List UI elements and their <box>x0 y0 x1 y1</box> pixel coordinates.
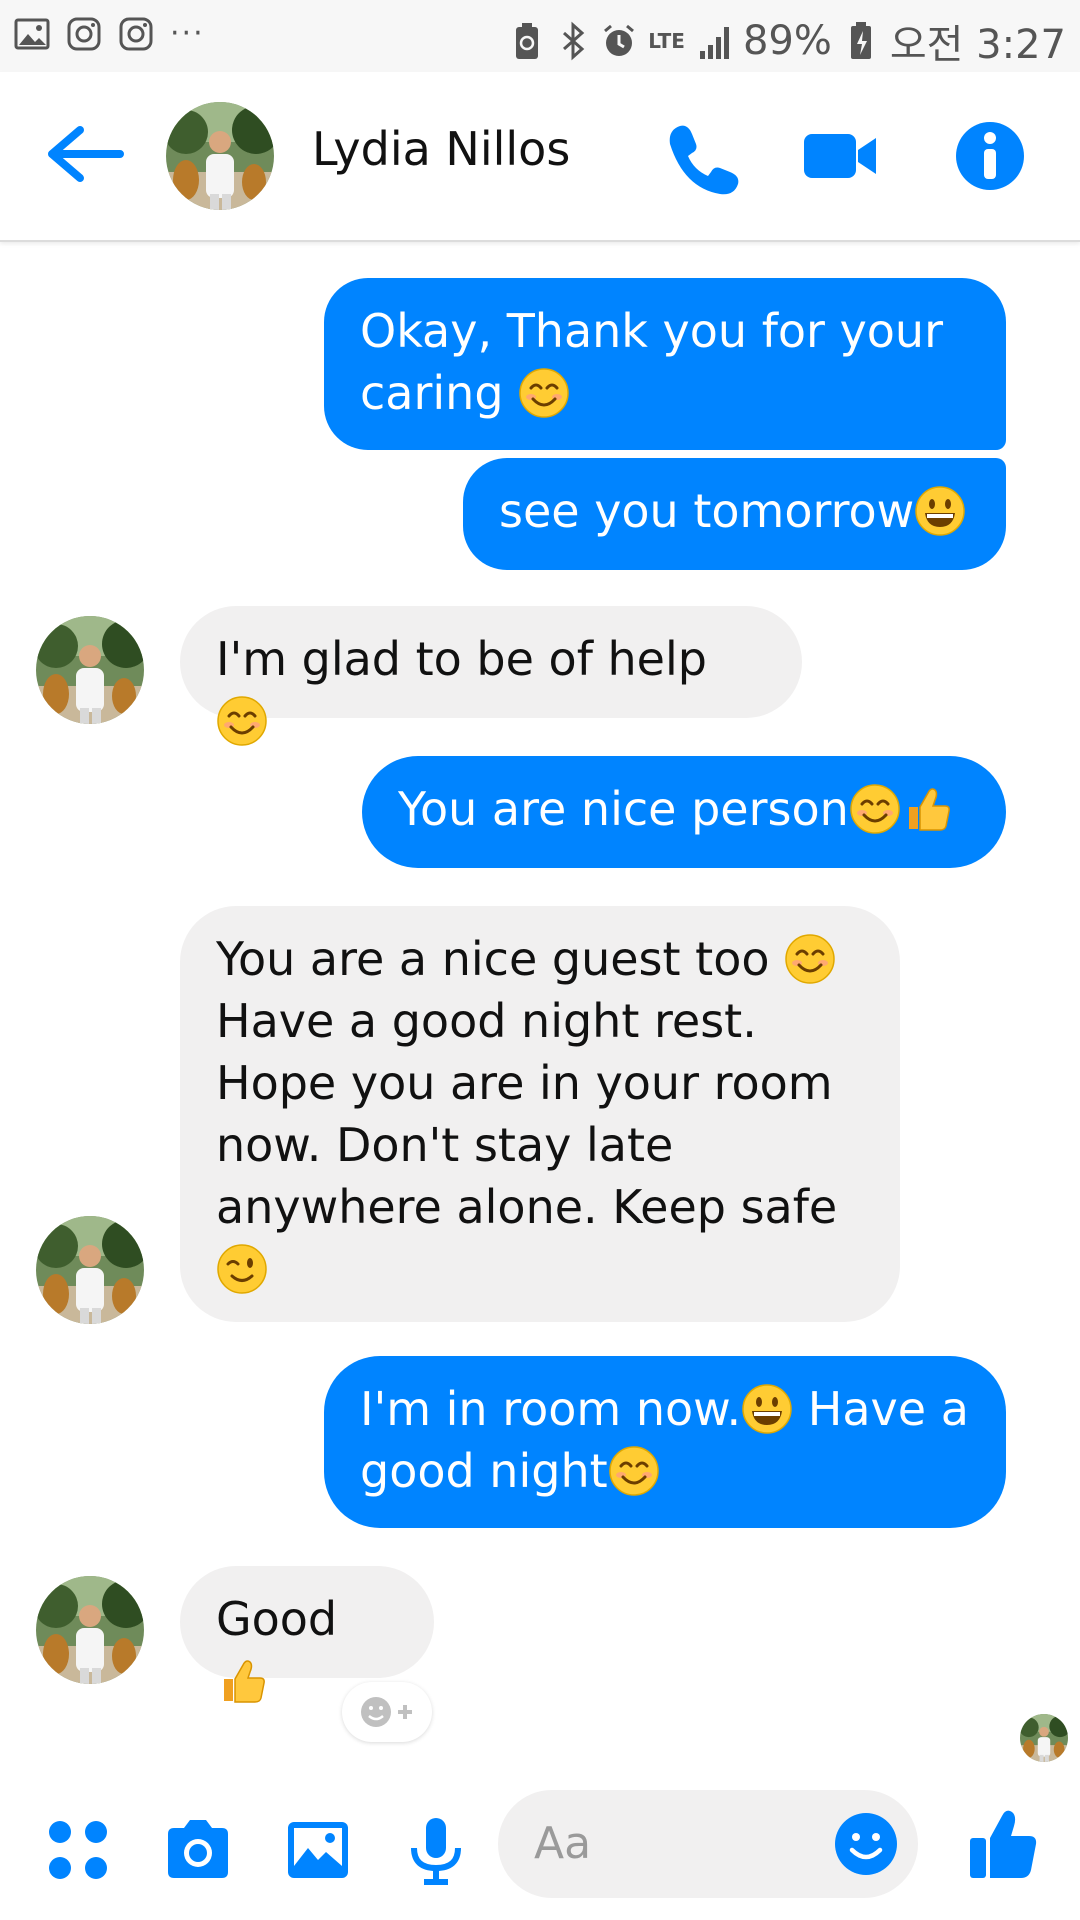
back-arrow-icon[interactable] <box>44 122 124 186</box>
alarm-icon <box>604 24 635 56</box>
battery-percent: 89% <box>742 18 832 64</box>
avatar-photo <box>166 102 274 210</box>
notification-icons: ··· <box>14 16 205 52</box>
seen-receipt-avatar <box>1020 1714 1068 1762</box>
add-reaction-icon <box>361 1697 412 1727</box>
grinning-emoji-icon <box>741 1383 793 1435</box>
battery-icon <box>850 22 871 59</box>
message-text: You are a nice guest too <box>216 932 770 986</box>
message-line: Hope you are in your room <box>216 1056 833 1110</box>
incoming-message[interactable]: I'm glad to be of help <box>180 606 802 718</box>
outgoing-message[interactable]: You are nice person <box>362 756 1006 868</box>
contact-avatar[interactable] <box>166 102 274 210</box>
smiling-emoji-icon <box>608 1445 660 1497</box>
avatar-photo <box>36 1216 144 1324</box>
network-type: LTE <box>648 29 685 53</box>
grinning-emoji-icon <box>914 485 966 537</box>
winking-emoji-icon <box>216 1243 268 1295</box>
contact-name[interactable]: Lydia Nillos <box>312 122 570 176</box>
message-text: see you tomorrow <box>499 484 915 538</box>
avatar-photo <box>36 1576 144 1684</box>
sender-avatar[interactable] <box>36 616 144 724</box>
message-text: I'm in room now. <box>360 1382 742 1436</box>
system-icons: LTE 89% 오전 3:27 <box>510 12 1066 70</box>
message-input[interactable]: Aa <box>498 1790 918 1898</box>
outgoing-message[interactable]: see you tomorrow <box>463 458 1006 570</box>
outgoing-message[interactable]: I'm in room now. Have a good night <box>324 1356 1006 1528</box>
message-text: good night <box>360 1444 608 1498</box>
add-reaction-button[interactable] <box>342 1682 432 1742</box>
more-apps-icon[interactable] <box>42 1814 114 1886</box>
thumbs-up-emoji-icon <box>901 783 953 835</box>
avatar-photo <box>36 616 144 724</box>
smiling-emoji-icon <box>784 933 836 985</box>
image-icon[interactable] <box>282 1814 354 1886</box>
instagram-icon <box>67 17 101 51</box>
signal-icon <box>699 27 729 59</box>
message-text: Good <box>216 1592 338 1646</box>
conversation-header: Lydia Nillos <box>0 72 1080 242</box>
avatar-photo <box>1020 1714 1068 1762</box>
incoming-message[interactable]: Good <box>180 1566 434 1678</box>
message-text: Have a <box>807 1382 969 1436</box>
sender-avatar[interactable] <box>36 1576 144 1684</box>
gallery-icon <box>14 18 50 50</box>
message-line: Have a good night rest. <box>216 994 757 1048</box>
message-line: now. Don't stay late <box>216 1118 674 1172</box>
info-icon[interactable] <box>950 116 1030 196</box>
clock: 오전 3:27 <box>889 22 1066 68</box>
smiling-emoji-icon <box>216 695 268 747</box>
battery-saver-icon <box>516 23 539 59</box>
message-text: You are nice person <box>398 782 849 836</box>
outgoing-message[interactable]: Okay, Thank you for your caring <box>324 278 1006 450</box>
message-input-placeholder: Aa <box>534 1818 592 1869</box>
message-line: anywhere alone. Keep safe <box>216 1180 838 1234</box>
microphone-icon[interactable] <box>400 1814 472 1886</box>
video-camera-icon[interactable] <box>800 116 880 196</box>
smiling-emoji-icon <box>849 783 901 835</box>
message-text: I'm glad to be of help <box>216 632 707 686</box>
smiling-emoji-icon <box>518 367 570 419</box>
status-bar: ··· LTE 89% 오전 3:27 <box>0 0 1080 72</box>
message-thread[interactable]: Okay, Thank you for your caring see you … <box>0 242 1080 1752</box>
bluetooth-icon <box>563 21 585 61</box>
incoming-message[interactable]: You are a nice guest too Have a good nig… <box>180 906 900 1322</box>
instagram-icon <box>119 17 153 51</box>
more-notifications: ··· <box>170 16 205 51</box>
thumbs-up-emoji-icon <box>216 1655 268 1707</box>
message-composer: Aa <box>0 1770 1080 1920</box>
phone-icon[interactable] <box>660 116 740 196</box>
emoji-icon[interactable] <box>832 1810 900 1878</box>
sender-avatar[interactable] <box>36 1216 144 1324</box>
message-text: Okay, Thank you for your caring <box>360 304 943 420</box>
camera-icon[interactable] <box>162 1814 234 1886</box>
thumbs-up-icon[interactable] <box>966 1804 1042 1884</box>
